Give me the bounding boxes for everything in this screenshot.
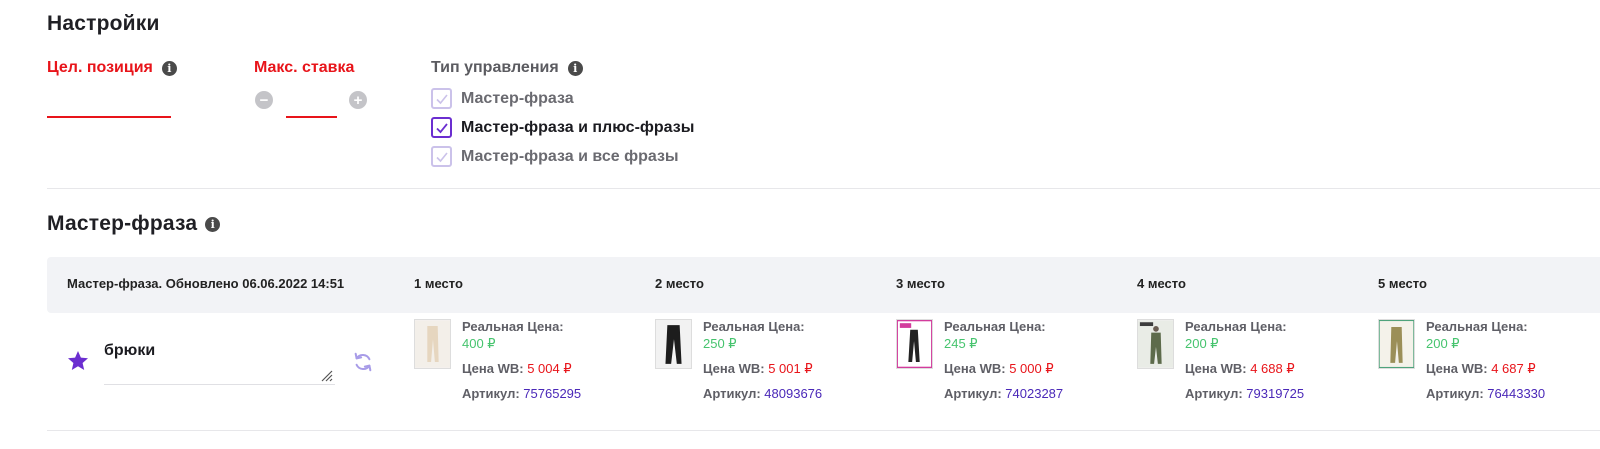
article-label: Артикул:: [944, 386, 1002, 401]
option-label: Мастер-фраза и плюс-фразы: [461, 118, 695, 136]
decrease-bid-button[interactable]: −: [255, 91, 273, 109]
article-label: Артикул:: [462, 386, 520, 401]
option-label: Мастер-фраза и все фразы: [461, 147, 679, 165]
header-place-1: 1 место: [414, 276, 463, 291]
real-price: 400 ₽: [462, 336, 496, 351]
info-icon[interactable]: i: [205, 216, 221, 232]
header-place-5: 5 место: [1378, 276, 1427, 291]
header-updated: Мастер-фраза. Обновлено 06.06.2022 14:51: [67, 276, 345, 291]
wb-price: 5 000 ₽: [1009, 361, 1054, 376]
target-position-label: Цел. позиция i: [47, 59, 177, 77]
star-icon[interactable]: [66, 349, 90, 373]
header-place-2: 2 место: [655, 276, 704, 291]
real-price: 250 ₽: [703, 336, 737, 351]
divider: [47, 188, 1600, 189]
header-place-3: 3 место: [896, 276, 945, 291]
article-link[interactable]: 48093676: [764, 386, 822, 401]
table-header: Мастер-фраза. Обновлено 06.06.2022 14:51…: [47, 257, 1600, 313]
real-price: 200 ₽: [1426, 336, 1460, 351]
option-master-plus-phrases[interactable]: Мастер-фраза и плюс-фразы: [431, 117, 694, 138]
wb-price: 5 001 ₽: [768, 361, 813, 376]
article-link[interactable]: 74023287: [1005, 386, 1063, 401]
checkbox[interactable]: [431, 146, 452, 167]
option-master-phrase[interactable]: Мастер-фраза: [431, 88, 574, 109]
wb-price-label: Цена WB:: [1426, 361, 1488, 376]
product-image[interactable]: [655, 319, 692, 369]
max-bid-label: Макс. ставка: [254, 59, 355, 76]
phrase-underline: [104, 384, 335, 385]
wb-price-label: Цена WB:: [703, 361, 765, 376]
product-image[interactable]: [414, 319, 451, 369]
increase-bid-button[interactable]: +: [349, 91, 367, 109]
divider: [47, 430, 1600, 431]
master-phrase-title-text: Мастер-фраза: [47, 212, 198, 235]
wb-price-label: Цена WB:: [1185, 361, 1247, 376]
wb-price-label: Цена WB:: [944, 361, 1006, 376]
product-image[interactable]: [896, 319, 933, 369]
wb-price: 4 687 ₽: [1491, 361, 1536, 376]
article-label: Артикул:: [703, 386, 761, 401]
real-price-label: Реальная Цена:: [1185, 319, 1287, 334]
wb-price: 4 688 ₽: [1250, 361, 1295, 376]
control-type-label: Тип управления i: [431, 59, 583, 77]
info-icon[interactable]: i: [161, 60, 177, 76]
check-icon: [435, 151, 448, 162]
refresh-icon[interactable]: [352, 351, 374, 373]
article-link[interactable]: 75765295: [523, 386, 581, 401]
option-master-all-phrases[interactable]: Мастер-фраза и все фразы: [431, 146, 679, 167]
real-price: 200 ₽: [1185, 336, 1219, 351]
wb-price: 5 004 ₽: [527, 361, 572, 376]
target-position-label-text: Цел. позиция: [47, 59, 153, 76]
settings-title: Настройки: [47, 12, 160, 35]
checkbox-checked[interactable]: [431, 117, 452, 138]
article-label: Артикул:: [1185, 386, 1243, 401]
phrase-input[interactable]: брюки: [104, 342, 155, 360]
option-label: Мастер-фраза: [461, 89, 574, 107]
master-phrase-title: Мастер-фраза i: [47, 212, 221, 236]
info-icon[interactable]: i: [567, 60, 583, 76]
check-icon: [435, 93, 448, 104]
article-label: Артикул:: [1426, 386, 1484, 401]
header-place-4: 4 место: [1137, 276, 1186, 291]
control-type-label-text: Тип управления: [431, 59, 559, 76]
real-price-label: Реальная Цена:: [1426, 319, 1528, 334]
wb-price-label: Цена WB:: [462, 361, 524, 376]
check-icon: [435, 122, 448, 133]
resize-handle-icon[interactable]: [319, 368, 333, 382]
product-image[interactable]: [1137, 319, 1174, 369]
article-link[interactable]: 79319725: [1246, 386, 1304, 401]
real-price-label: Реальная Цена:: [462, 319, 564, 334]
article-link[interactable]: 76443330: [1487, 386, 1545, 401]
target-position-input[interactable]: [47, 92, 171, 118]
real-price-label: Реальная Цена:: [944, 319, 1046, 334]
max-bid-input[interactable]: [286, 92, 337, 118]
product-image[interactable]: [1378, 319, 1415, 369]
real-price-label: Реальная Цена:: [703, 319, 805, 334]
real-price: 245 ₽: [944, 336, 978, 351]
checkbox[interactable]: [431, 88, 452, 109]
